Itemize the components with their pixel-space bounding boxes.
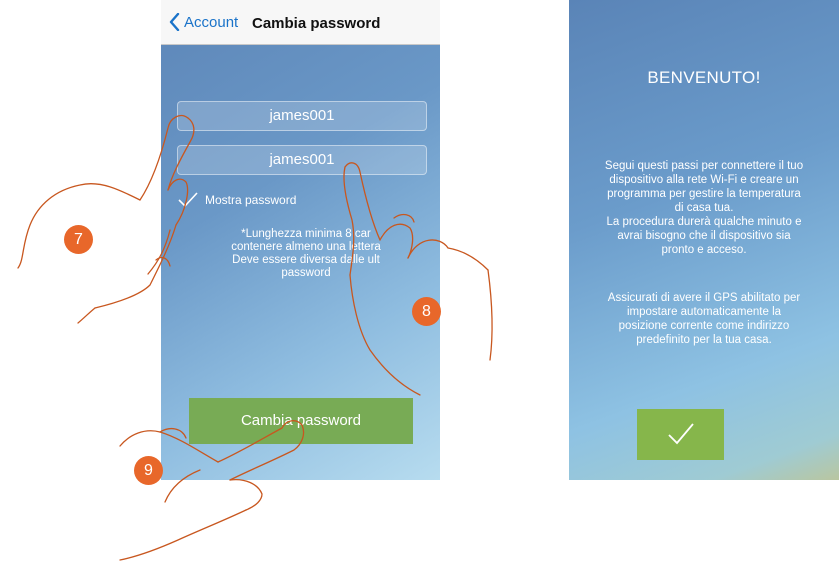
confirm-password-field[interactable]: james001	[177, 145, 427, 175]
hint-line: password	[281, 267, 331, 279]
step-marker-7: 7	[64, 225, 93, 254]
back-label: Account	[184, 13, 239, 31]
show-password-checkbox[interactable]: Mostra password	[177, 191, 296, 209]
instruction-line: Segui questi passi per connettere il tuo	[604, 160, 804, 172]
password-requirements: *Lunghezza minima 8 car contenere almeno…	[191, 228, 421, 280]
change-password-button[interactable]: Cambia password	[189, 398, 413, 444]
show-password-label: Mostra password	[205, 193, 297, 207]
gps-line: impostare automaticamente la	[626, 306, 782, 318]
checkmark-icon	[668, 423, 694, 445]
hint-line: Deve essere diversa dalle ult	[232, 254, 380, 266]
hint-line: contenere almeno una lettera	[231, 241, 381, 253]
checkmark-icon	[178, 192, 198, 208]
page-title: Cambia password	[252, 15, 381, 32]
confirm-button[interactable]	[637, 409, 724, 460]
instruction-line: pronto e acceso.	[661, 244, 747, 256]
welcome-instructions: Segui questi passi per connettere il tuo…	[587, 159, 821, 257]
gps-line: predefinito per la tua casa.	[636, 334, 772, 346]
step-marker-9: 9	[134, 456, 163, 485]
gps-note: Assicurati di avere il GPS abilitato per…	[587, 291, 821, 347]
instruction-line: avrai bisogno che il dispositivo sia	[617, 230, 791, 242]
welcome-screen: BENVENUTO! Segui questi passi per connet…	[569, 0, 839, 480]
hint-line: *Lunghezza minima 8 car	[241, 228, 371, 240]
instruction-line: programma per gestire la temperatura	[607, 188, 801, 200]
new-password-field[interactable]: james001	[177, 101, 427, 131]
gps-line: posizione corrente come indirizzo	[618, 320, 790, 332]
back-button[interactable]: Account	[169, 13, 238, 31]
navigation-bar: Account Cambia password	[161, 0, 440, 45]
gps-line: Assicurati di avere il GPS abilitato per	[607, 292, 801, 304]
chevron-left-icon	[169, 13, 180, 31]
instruction-line: La procedura durerà qualche minuto e	[606, 216, 802, 228]
instruction-line: di casa tua.	[674, 202, 734, 214]
welcome-title: BENVENUTO!	[647, 68, 761, 87]
instruction-line: dispositivo alla rete Wi-Fi e creare un	[609, 174, 799, 186]
step-marker-8: 8	[412, 297, 441, 326]
change-password-screen: Account Cambia password james001 james00…	[161, 0, 440, 480]
